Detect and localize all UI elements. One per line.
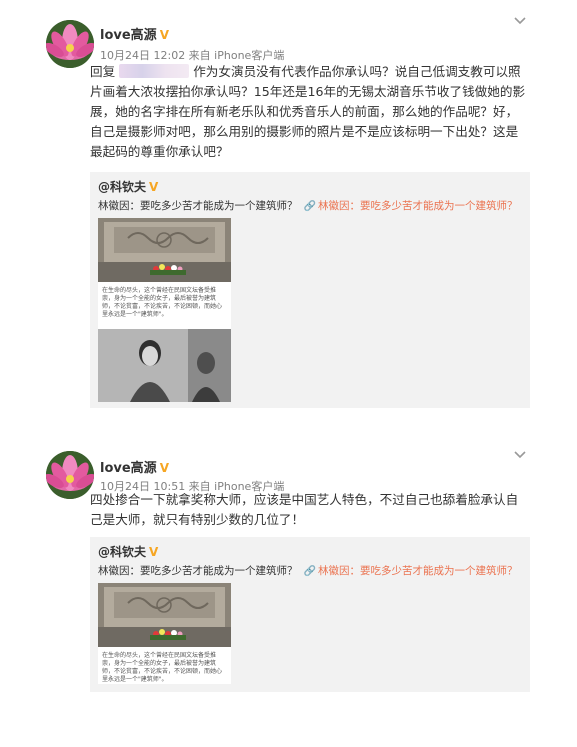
reposted-card[interactable]: @科钦夫 V 林徽因：要吃多少苦才能成为一个建筑师？ 🔗 林徽因：要吃多少苦才能成为一… bbox=[90, 172, 530, 408]
avatar[interactable] bbox=[46, 20, 94, 68]
stone-monument-photo bbox=[98, 218, 231, 282]
repost-user[interactable]: @科钦夫 V bbox=[98, 178, 158, 195]
thumbnail-caption: 在生命的尽头，这个曾经在民国文坛备受推崇，身为一个全能的女子，最后被誉为建筑师，… bbox=[102, 287, 223, 318]
chevron-down-icon[interactable] bbox=[513, 16, 527, 26]
reply-prefix: 回复 bbox=[90, 64, 116, 79]
chevron-down-icon[interactable] bbox=[513, 450, 527, 460]
reposted-card[interactable]: @科钦夫 V 林徽因：要吃多少苦才能成为一个建筑师？ 🔗 林徽因：要吃多少苦才能成为一… bbox=[90, 537, 530, 692]
user-name[interactable]: love高源 V bbox=[100, 457, 169, 476]
repost-text: 林徽因：要吃多少苦才能成为一个建筑师？ 🔗 林徽因：要吃多少苦才能成为一个建筑师？ bbox=[98, 198, 517, 213]
vip-badge-icon: V bbox=[159, 28, 169, 42]
article-thumbnail[interactable]: 在生命的尽头，这个曾经在民国文坛备受推崇，身为一个全能的女子，最后被誉为建筑师，… bbox=[98, 583, 231, 684]
article-thumbnail[interactable]: 在生命的尽头，这个曾经在民国文坛备受推崇，身为一个全能的女子，最后被誉为建筑师，… bbox=[98, 218, 231, 402]
post-body: 作为女演员没有代表作品你承认吗？说自己低调支教可以照片画着大浓妆摆拍你承认吗？1… bbox=[90, 64, 526, 159]
link-icon: 🔗 bbox=[303, 201, 316, 212]
repost-body: 林徽因：要吃多少苦才能成为一个建筑师？ bbox=[98, 565, 298, 577]
stone-monument-photo bbox=[98, 583, 231, 647]
article-link-label[interactable]: 林徽因：要吃多少苦才能成为一个建筑师？ bbox=[318, 565, 518, 577]
article-link[interactable]: 🔗 林徽因：要吃多少苦才能成为一个建筑师？ bbox=[304, 565, 518, 577]
article-link-label[interactable]: 林徽因：要吃多少苦才能成为一个建筑师？ bbox=[318, 200, 518, 212]
article-link[interactable]: 🔗 林徽因：要吃多少苦才能成为一个建筑师？ bbox=[304, 200, 518, 212]
repost-body: 林徽因：要吃多少苦才能成为一个建筑师？ bbox=[98, 200, 298, 212]
repost-user-label[interactable]: @科钦夫 bbox=[98, 545, 146, 559]
repost-text: 林徽因：要吃多少苦才能成为一个建筑师？ 🔗 林徽因：要吃多少苦才能成为一个建筑师？ bbox=[98, 563, 517, 578]
vip-badge-icon: V bbox=[149, 545, 159, 559]
user-name[interactable]: love高源 V bbox=[100, 24, 169, 43]
thumbnail-caption: 在生命的尽头，这个曾经在民国文坛备受推崇，身为一个全能的女子，最后被誉为建筑师，… bbox=[102, 652, 223, 683]
link-icon: 🔗 bbox=[303, 566, 316, 577]
vip-badge-icon: V bbox=[159, 461, 169, 475]
post-text: 四处掺合一下就拿奖称大师，应该是中国艺人特色，不过自己也舔着脸承认自己是大师，就… bbox=[90, 492, 519, 527]
lotus-flower-image bbox=[46, 451, 94, 499]
repost-user[interactable]: @科钦夫 V bbox=[98, 543, 158, 560]
user-name-label[interactable]: love高源 bbox=[100, 461, 157, 476]
vip-badge-icon: V bbox=[149, 180, 159, 194]
portrait-photo bbox=[98, 329, 231, 402]
repost-user-label[interactable]: @科钦夫 bbox=[98, 180, 146, 194]
blurred-username bbox=[119, 64, 190, 78]
post-meta: 10月24日 12:02 来自 iPhone客户端 bbox=[100, 49, 285, 62]
post-text: 回复 作为女演员没有代表作品你承认吗？说自己低调支教可以照片画着大浓妆摆拍你承认吗… bbox=[90, 62, 530, 162]
user-name-label[interactable]: love高源 bbox=[100, 28, 157, 43]
lotus-flower-image bbox=[46, 20, 94, 68]
avatar[interactable] bbox=[46, 451, 94, 499]
